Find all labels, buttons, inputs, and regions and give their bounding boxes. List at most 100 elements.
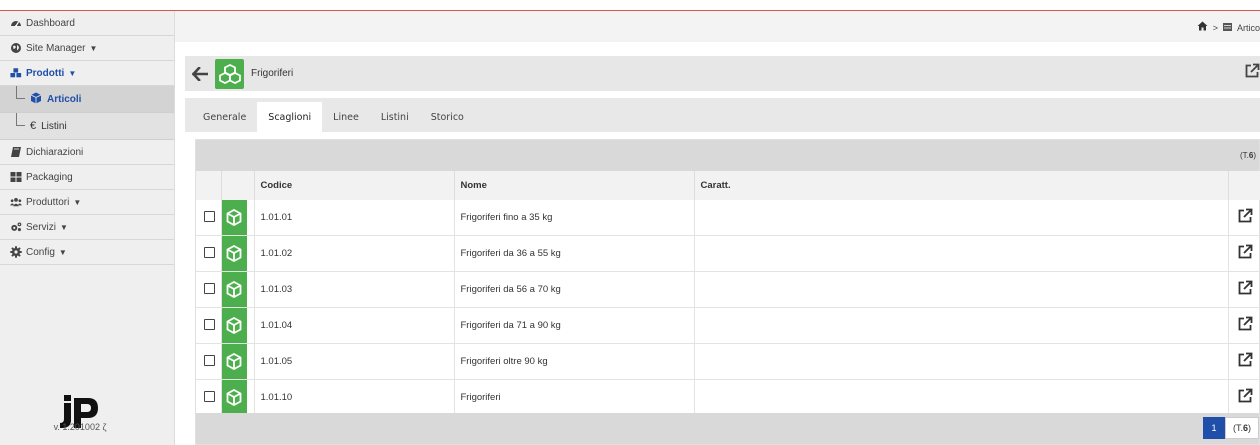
table-row[interactable]: 1.01.05 Frigoriferi oltre 90 kg — [196, 343, 1260, 380]
column-header-icon — [221, 171, 255, 200]
chevron-down-icon: ▼ — [73, 197, 82, 207]
pagination: 1 (T. 6) — [1203, 417, 1259, 439]
home-icon[interactable] — [1197, 21, 1208, 34]
breadcrumb-separator: > — [1212, 22, 1218, 33]
sidebar-item-prodotti[interactable]: Prodotti ▼ — [0, 61, 174, 86]
sidebar-subitem-articoli[interactable]: Articoli — [0, 86, 174, 113]
cube-icon — [221, 200, 247, 235]
chevron-down-icon: ▼ — [58, 247, 67, 257]
breadcrumb-current[interactable]: Artico — [1237, 23, 1260, 33]
table-row[interactable]: 1.01.10 Frigoriferi — [196, 379, 1260, 416]
cube-icon — [221, 380, 247, 415]
table-toolbar: (T.6) — [196, 140, 1259, 171]
euro-icon: € — [30, 120, 37, 132]
row-checkbox[interactable] — [204, 246, 215, 258]
cell-caratt — [694, 343, 1229, 380]
tab-generale[interactable]: Generale — [192, 102, 257, 132]
row-checkbox[interactable] — [204, 210, 215, 222]
back-button[interactable] — [185, 56, 215, 91]
cell-caratt — [694, 200, 1229, 236]
cell-nome: Frigoriferi da 71 a 90 kg — [454, 307, 695, 344]
main-content: > Artico Frigoriferi Generale Scaglioni … — [175, 11, 1260, 445]
column-header-caratt[interactable]: Caratt. — [694, 171, 1229, 200]
table-row[interactable]: 1.01.04 Frigoriferi da 71 a 90 kg — [196, 307, 1260, 344]
column-header-select — [196, 171, 222, 200]
column-header-actions — [1228, 171, 1260, 200]
breadcrumb-bar: > Artico — [175, 11, 1260, 42]
sidebar-item-label: Packaging — [26, 171, 73, 183]
sidebar-item-produttori[interactable]: Produttori ▼ — [0, 190, 174, 215]
cubes-icon — [215, 58, 244, 89]
table-row[interactable]: 1.01.02 Frigoriferi da 36 a 55 kg — [196, 235, 1260, 272]
external-link-icon[interactable] — [1244, 63, 1260, 79]
column-header-codice[interactable]: Codice — [254, 171, 455, 200]
cube-icon — [221, 236, 247, 271]
cell-codice: 1.01.02 — [254, 235, 455, 272]
cell-nome: Frigoriferi da 36 a 55 kg — [454, 235, 695, 272]
tab-scaglioni[interactable]: Scaglioni — [257, 102, 323, 132]
external-link-icon[interactable] — [1237, 208, 1253, 224]
sidebar-item-servizi[interactable]: Servizi ▼ — [0, 215, 174, 240]
grid-icon — [10, 171, 22, 183]
row-checkbox[interactable] — [204, 282, 215, 294]
sidebar-item-label: Produttori — [26, 196, 70, 208]
table-footer: 1 (T. 6) — [196, 413, 1259, 444]
tree-connector — [16, 113, 25, 126]
records-table: Codice Nome Caratt. 1.01.01 Frigoriferi … — [196, 171, 1260, 416]
cell-codice: 1.01.01 — [254, 200, 455, 236]
gears-icon — [10, 221, 22, 233]
cell-caratt — [694, 235, 1229, 272]
cubes-icon — [10, 67, 22, 79]
sidebar-item-dashboard[interactable]: Dashboard — [0, 11, 174, 36]
sidebar-item-label: Servizi — [26, 221, 57, 233]
external-link-icon[interactable] — [1237, 388, 1253, 404]
cell-codice: 1.01.04 — [254, 307, 455, 344]
sidebar-item-dichiarazioni[interactable]: Dichiarazioni — [0, 140, 174, 165]
page-total: (T. 6) — [1225, 417, 1259, 439]
cell-caratt — [694, 271, 1229, 308]
book-icon — [10, 146, 22, 158]
cube-icon — [221, 272, 247, 307]
sidebar-item-label: Dashboard — [26, 17, 75, 29]
table-row[interactable]: 1.01.01 Frigoriferi fino a 35 kg — [196, 200, 1260, 236]
sidebar: Dashboard Site Manager ▼ Prodotti ▼ Arti… — [0, 11, 175, 445]
cell-nome: Frigoriferi da 56 a 70 kg — [454, 271, 695, 308]
sidebar-item-site-manager[interactable]: Site Manager ▼ — [0, 36, 174, 61]
external-link-icon[interactable] — [1237, 280, 1253, 296]
dashboard-icon — [10, 17, 22, 29]
chevron-down-icon: ▼ — [60, 222, 68, 232]
tab-listini[interactable]: Listini — [370, 102, 420, 132]
sidebar-item-label: Prodotti — [26, 67, 65, 79]
records-panel: (T.6) Codice Nome Caratt. 1.01.01 Frigor… — [195, 139, 1260, 445]
column-header-nome[interactable]: Nome — [454, 171, 695, 200]
row-checkbox[interactable] — [204, 354, 215, 366]
sidebar-item-config[interactable]: Config ▼ — [0, 240, 174, 265]
users-icon — [10, 196, 22, 208]
top-border — [0, 0, 1260, 11]
sidebar-item-label: Dichiarazioni — [26, 146, 84, 158]
sidebar-subitem-listini[interactable]: € Listini — [0, 113, 174, 140]
tab-bar: Generale Scaglioni Linee Listini Storico — [185, 98, 1260, 132]
external-link-icon[interactable] — [1237, 352, 1253, 368]
arrow-left-icon — [192, 66, 208, 81]
globe-icon — [10, 42, 22, 54]
sidebar-item-label: Config — [26, 246, 55, 258]
cube-icon — [221, 344, 247, 379]
table-row[interactable]: 1.01.03 Frigoriferi da 56 a 70 kg — [196, 271, 1260, 308]
tree-connector — [16, 86, 25, 99]
record-count: (T.6) — [1239, 151, 1256, 160]
external-link-icon[interactable] — [1237, 244, 1253, 260]
cell-nome: Frigoriferi fino a 35 kg — [454, 200, 695, 236]
sidebar-item-packaging[interactable]: Packaging — [0, 165, 174, 190]
chevron-down-icon: ▼ — [89, 43, 98, 53]
row-checkbox[interactable] — [204, 390, 215, 402]
tab-storico[interactable]: Storico — [420, 102, 475, 132]
cell-codice: 1.01.05 — [254, 343, 455, 380]
row-checkbox[interactable] — [204, 318, 215, 330]
external-link-icon[interactable] — [1237, 316, 1253, 332]
sidebar-item-label: Site Manager — [26, 42, 86, 54]
app-version: v. 1.201002 ζ — [53, 422, 107, 432]
tab-linee[interactable]: Linee — [322, 102, 370, 132]
page-button-current[interactable]: 1 — [1203, 417, 1225, 439]
cog-icon — [10, 246, 22, 258]
